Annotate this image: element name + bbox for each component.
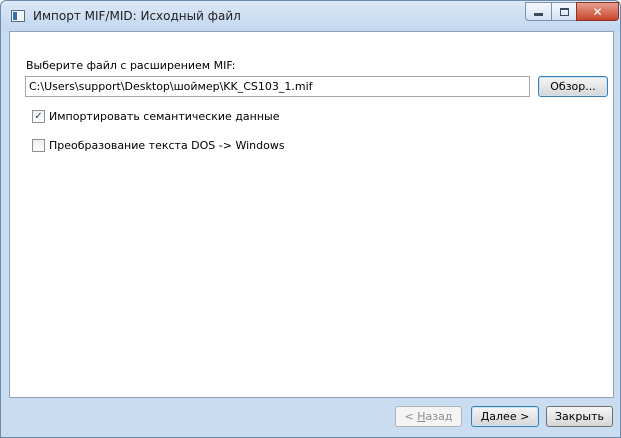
minimize-icon	[534, 13, 543, 16]
checkmark-icon: ✓	[34, 110, 43, 122]
dos-conversion-checkbox[interactable]	[32, 139, 45, 152]
maximize-button[interactable]	[551, 2, 577, 21]
back-accel: Н	[417, 410, 426, 423]
file-path-input[interactable]	[25, 76, 530, 97]
dos-conversion-row[interactable]: Преобразование текста DOS -> Windows	[32, 139, 285, 152]
next-rest: алее >	[489, 410, 530, 423]
import-semantic-row[interactable]: ✓ Импортировать семантические данные	[32, 110, 279, 123]
next-accel: Д	[480, 410, 490, 423]
close-button[interactable]: Закрыть	[546, 406, 613, 427]
back-button[interactable]: < Назад	[395, 406, 462, 427]
back-rest: азад	[425, 410, 453, 423]
browse-button[interactable]: Обзор...	[538, 76, 608, 97]
close-window-button[interactable]: ✕	[576, 2, 619, 21]
window-app-icon[interactable]	[11, 10, 25, 22]
next-button[interactable]: Далее >	[471, 406, 539, 427]
minimize-button[interactable]	[525, 2, 552, 21]
file-label: Выберите файл с расширением MIF:	[26, 59, 236, 72]
maximize-icon	[559, 7, 569, 16]
import-semantic-label: Импортировать семантические данные	[49, 110, 280, 123]
dialog-window: Импорт MIF/MID: Исходный файл ✕ Выберите…	[0, 0, 621, 438]
import-semantic-checkbox[interactable]: ✓	[32, 110, 45, 123]
close-icon: ✕	[592, 4, 603, 19]
title-bar[interactable]: Импорт MIF/MID: Исходный файл ✕	[1, 1, 620, 31]
window-title: Импорт MIF/MID: Исходный файл	[33, 9, 241, 23]
back-prefix: <	[404, 410, 418, 423]
dos-conversion-label: Преобразование текста DOS -> Windows	[49, 139, 285, 152]
